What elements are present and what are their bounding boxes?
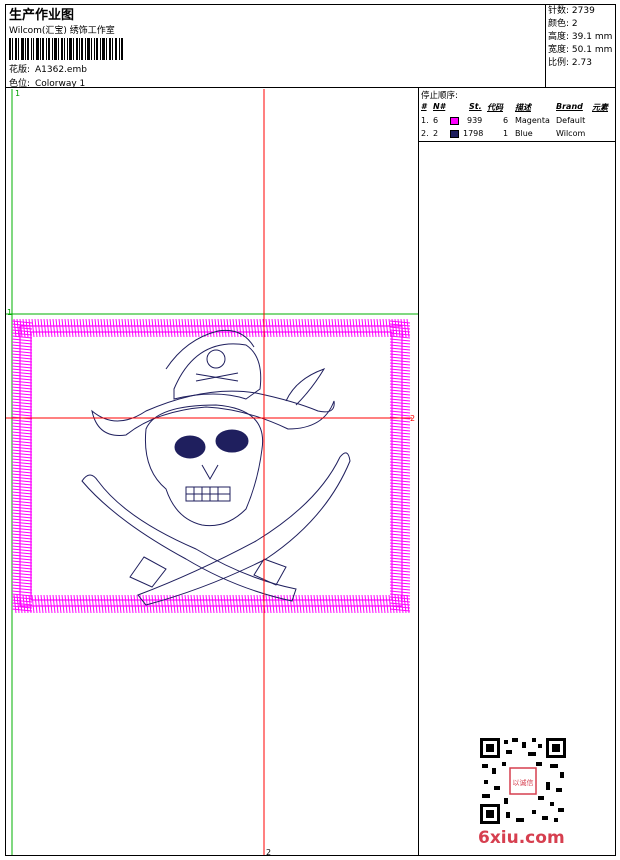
col-code: 代码 [487,103,503,112]
center-marker-right: 2 [410,414,415,423]
eye-patch [215,429,249,453]
row-stitches: 939 [467,116,483,125]
page-title: 生产作业图 [9,8,75,23]
colorway-row: 色位: Colorway 1 [9,76,85,89]
center-marker-bottom: 2 [266,848,271,855]
sword-hilt-left [129,556,167,588]
header-info: 生产作业图 Wilcom(汇宝) 绣饰工作室 花版: A1362.emb 色位:… [5,4,546,89]
hat-brim [91,390,335,436]
color-swatch [450,130,459,138]
stat-width: 宽度: 50.1 mm [548,44,616,57]
row-description: Blue [515,129,533,138]
col-brand: Brand [556,102,583,111]
row-code: 6 [503,116,509,125]
row-brand: Default [556,116,586,125]
stop-sequence-panel: 停止顺序: # N# St. 代码 描述 Brand 元素 1. 6 939 6… [419,89,615,142]
stat-value: 50.1 mm [571,45,613,55]
watermark: 6xiu.com [478,828,565,848]
sword-right [137,452,351,606]
col-description: 描述 [515,103,531,112]
design-file-row: 花版: A1362.emb [9,62,87,75]
qr-stamp-text: 以诚信 [513,778,534,787]
guide-marker-left: 1 [7,308,12,317]
stat-height: 高度: 39.1 mm [548,31,616,44]
barcode [9,38,123,60]
hat-crown [173,343,262,400]
col-needle: N# [433,102,446,111]
stat-value: 2739 [571,6,595,16]
stat-stitches: 针数: 2739 [548,5,616,18]
row-needle: 6 [433,116,439,125]
feather [285,368,326,406]
stat-label: 高度: [548,32,570,42]
stat-label: 比例: [548,58,570,68]
row-code: 1 [503,129,509,138]
stat-colors: 颜色: 2 [548,18,616,31]
col-element: 元素 [592,103,608,112]
colorway-value: Colorway 1 [35,79,86,89]
satin-border [11,318,411,614]
main-skull [144,404,264,527]
hat-skull-emblem [206,349,226,369]
design-stats: 针数: 2739 颜色: 2 高度: 39.1 mm 宽度: 50.1 mm 比… [545,4,616,88]
row-index: 2. [421,129,429,138]
design-label: 花版: [9,65,31,75]
stat-value: 2.73 [571,58,592,68]
stat-label: 宽度: [548,45,570,55]
stat-scale: 比例: 2.73 [548,57,616,70]
row-description: Magenta [515,116,550,125]
row-index: 1. [421,116,429,125]
stat-label: 针数: [548,6,570,16]
stop-sequence-title: 停止顺序: [421,91,458,101]
panel-divider [418,88,419,856]
col-index: # [421,102,427,111]
row-brand: Wilcom [556,129,586,138]
row-needle: 2 [433,129,439,138]
stat-value: 39.1 mm [571,32,613,42]
embroidery-preview: 1 1 2 2 [6,89,418,855]
pirate-skull-artwork [81,329,351,606]
col-stitches: St. [469,102,482,111]
company-name: Wilcom(汇宝) 绣饰工作室 [9,26,115,36]
qr-code: 以诚信 [480,738,566,824]
stat-value: 2 [571,19,578,29]
row-stitches: 1798 [463,129,484,138]
stat-label: 颜色: [548,19,570,29]
guide-marker-top: 1 [15,89,20,98]
eye-socket [174,435,206,459]
colorway-label: 色位: [9,79,31,89]
design-file-value: A1362.emb [35,65,87,75]
color-swatch [450,117,459,125]
